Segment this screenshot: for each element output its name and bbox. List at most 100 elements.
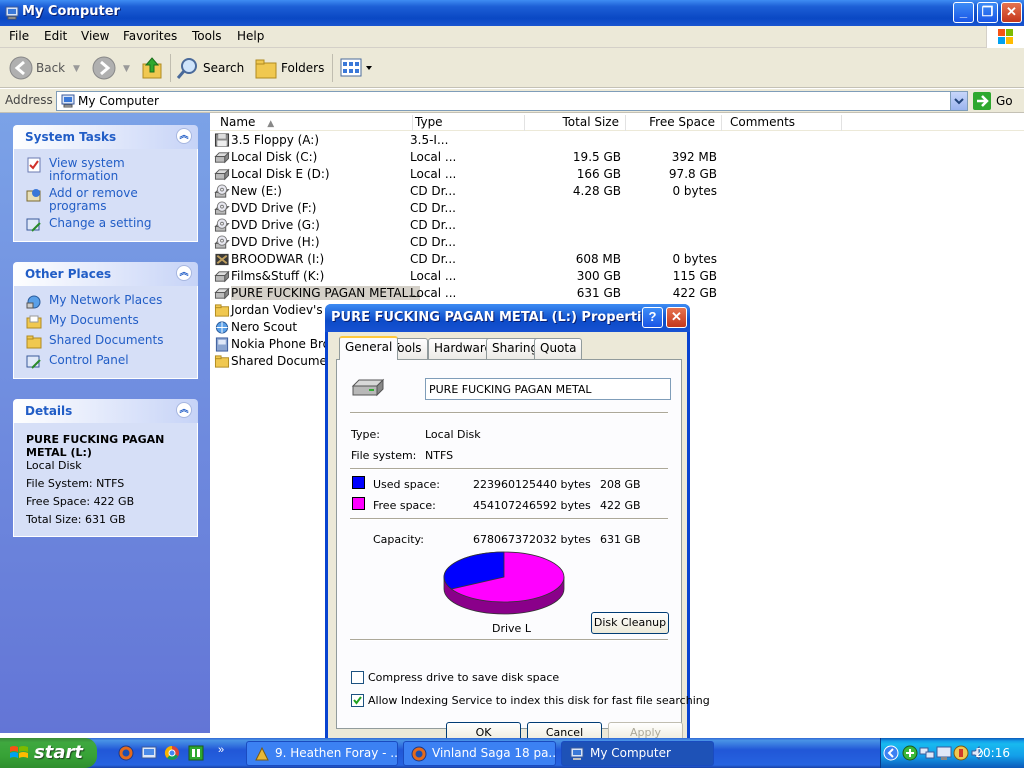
address-field[interactable]: My Computer	[56, 91, 968, 111]
tray-expand-icon[interactable]	[883, 745, 899, 761]
column-free-space[interactable]: Free Space	[626, 115, 722, 131]
menu-edit[interactable]: Edit	[44, 29, 67, 43]
menu-tools[interactable]: Tools	[192, 29, 222, 43]
security-icon[interactable]	[953, 745, 969, 761]
menu-file[interactable]: File	[9, 29, 29, 43]
file-row[interactable]: DVD Drive (H:) CD Dr...	[212, 234, 732, 251]
indexing-checkbox[interactable]	[351, 694, 364, 707]
collapse-chevron-icon[interactable]: ︽	[176, 265, 192, 281]
file-row[interactable]: PURE FUCKING PAGAN METAL... Local ... 631 …	[212, 285, 732, 302]
folder-icon	[214, 304, 230, 317]
collapse-chevron-icon[interactable]: ︽	[176, 128, 192, 144]
quick-launch-expand-icon[interactable]: »	[218, 744, 224, 756]
menu-view[interactable]: View	[81, 29, 109, 43]
display-icon[interactable]	[936, 745, 952, 761]
back-dropdown-icon[interactable]: ▼	[73, 64, 80, 74]
file-row[interactable]: New (E:) CD Dr... 4.28 GB 0 bytes	[212, 183, 732, 200]
menu-favorites[interactable]: Favorites	[123, 29, 177, 43]
place-my-documents[interactable]: My Documents	[26, 314, 191, 330]
task-add-remove-programs[interactable]: Add or remove programs	[26, 187, 191, 213]
file-row[interactable]: BROODWAR (I:) CD Dr... 608 MB 0 bytes	[212, 251, 732, 268]
compress-label[interactable]: Compress drive to save disk space	[368, 671, 559, 684]
column-comments[interactable]: Comments	[722, 115, 842, 131]
place-my-network-places[interactable]: My Network Places	[26, 294, 191, 310]
control-panel-icon	[26, 355, 41, 369]
taskbar-item-my-computer[interactable]: My Computer	[561, 741, 714, 766]
column-name[interactable]: Name ▲	[220, 115, 413, 131]
address-dropdown-icon[interactable]	[950, 92, 967, 110]
folders-icon[interactable]	[254, 58, 278, 80]
volume-label-input[interactable]	[425, 378, 671, 400]
close-button[interactable]: ✕	[1001, 2, 1022, 23]
column-type[interactable]: Type	[413, 115, 525, 131]
file-row[interactable]: DVD Drive (F:) CD Dr...	[212, 200, 732, 217]
address-bar: Address My Computer Go	[0, 89, 1024, 113]
taskbar-item-vinland-saga[interactable]: Vinland Saga 18 pa...	[403, 741, 556, 766]
file-system-value: NTFS	[425, 449, 454, 462]
tab-general[interactable]: General	[339, 336, 399, 360]
taskbar-item-heathen-foray[interactable]: 9. Heathen Foray - ...	[246, 741, 398, 766]
collapse-chevron-icon[interactable]: ︽	[176, 402, 192, 418]
forward-dropdown-icon[interactable]: ▼	[123, 64, 130, 74]
other-places-header[interactable]: Other Places ︽	[13, 262, 198, 286]
chrome-icon[interactable]	[164, 745, 180, 761]
details-panel: Details ︽ PURE FUCKING PAGAN METAL (L:) …	[13, 399, 198, 537]
go-button[interactable]: Go	[972, 91, 1022, 111]
system-tasks-header[interactable]: System Tasks ︽	[13, 125, 198, 149]
details-free-space: Free Space: 422 GB	[26, 495, 135, 508]
windows-logo-icon	[986, 26, 1024, 48]
column-total-size[interactable]: Total Size	[528, 115, 626, 131]
cd-drive-icon	[214, 201, 230, 215]
app-launcher-icon[interactable]	[188, 745, 204, 761]
compress-checkbox[interactable]	[351, 671, 364, 684]
network-icon[interactable]	[919, 745, 935, 761]
dialog-close-button[interactable]: ✕	[666, 307, 687, 328]
indexing-label[interactable]: Allow Indexing Service to index this dis…	[368, 694, 710, 707]
disk-cleanup-button[interactable]: Disk Cleanup	[591, 612, 669, 634]
file-type: Local ...	[410, 167, 457, 181]
file-type: CD Dr...	[410, 184, 456, 198]
details-file-system: File System: NTFS	[26, 477, 125, 490]
title-bar[interactable]: My Computer _ ❐ ✕	[0, 0, 1024, 26]
forward-arrow-icon[interactable]	[92, 56, 116, 80]
file-type: CD Dr...	[410, 252, 456, 266]
folders-button[interactable]: Folders	[281, 61, 324, 75]
show-desktop-icon[interactable]	[141, 745, 157, 761]
up-folder-icon[interactable]	[141, 56, 163, 80]
file-free-space: 97.8 GB	[668, 167, 717, 181]
search-icon[interactable]	[176, 57, 200, 81]
dialog-title-bar[interactable]: PURE FUCKING PAGAN METAL (L:) Properties…	[325, 304, 690, 332]
task-view-system-information[interactable]: View system information	[26, 157, 191, 183]
back-button[interactable]: Back	[36, 61, 65, 75]
file-row[interactable]: 3.5 Floppy (A:) 3.5-I...	[212, 132, 732, 149]
free-space-label: Free space:	[373, 499, 436, 512]
file-row[interactable]: Local Disk E (D:) Local ... 166 GB 97.8 GB	[212, 166, 732, 183]
place-control-panel[interactable]: Control Panel	[26, 354, 191, 370]
file-free-space: 422 GB	[672, 286, 717, 300]
other-places-title: Other Places	[25, 267, 112, 281]
menu-help[interactable]: Help	[237, 29, 264, 43]
place-shared-documents[interactable]: Shared Documents	[26, 334, 191, 350]
task-change-setting[interactable]: Change a setting	[26, 217, 191, 233]
toolbar: Back ▼ ▼ Search Folders	[0, 48, 1024, 88]
search-button[interactable]: Search	[203, 61, 244, 75]
file-row[interactable]: Films&Stuff (K:) Local ... 300 GB 115 GB	[212, 268, 732, 285]
details-type: Local Disk	[26, 459, 82, 472]
start-button[interactable]: start	[0, 738, 97, 768]
views-icon[interactable]	[340, 58, 374, 78]
address-label: Address	[5, 93, 53, 107]
tray-app-icon[interactable]	[902, 745, 918, 761]
control-panel-icon	[26, 218, 41, 232]
maximize-button[interactable]: ❐	[977, 2, 998, 23]
details-header[interactable]: Details ︽	[13, 399, 198, 423]
minimize-button[interactable]: _	[953, 2, 974, 23]
file-row[interactable]: Local Disk (C:) Local ... 19.5 GB 392 MB	[212, 149, 732, 166]
help-button[interactable]: ?	[642, 307, 663, 328]
file-name: Local Disk E (D:)	[231, 167, 330, 181]
back-arrow-icon[interactable]	[9, 56, 33, 80]
firefox-icon[interactable]	[118, 745, 134, 761]
go-label: Go	[996, 94, 1013, 108]
disk-usage-pie-chart	[443, 551, 565, 615]
file-row[interactable]: DVD Drive (G:) CD Dr...	[212, 217, 732, 234]
tab-quota[interactable]: Quota	[534, 338, 583, 359]
